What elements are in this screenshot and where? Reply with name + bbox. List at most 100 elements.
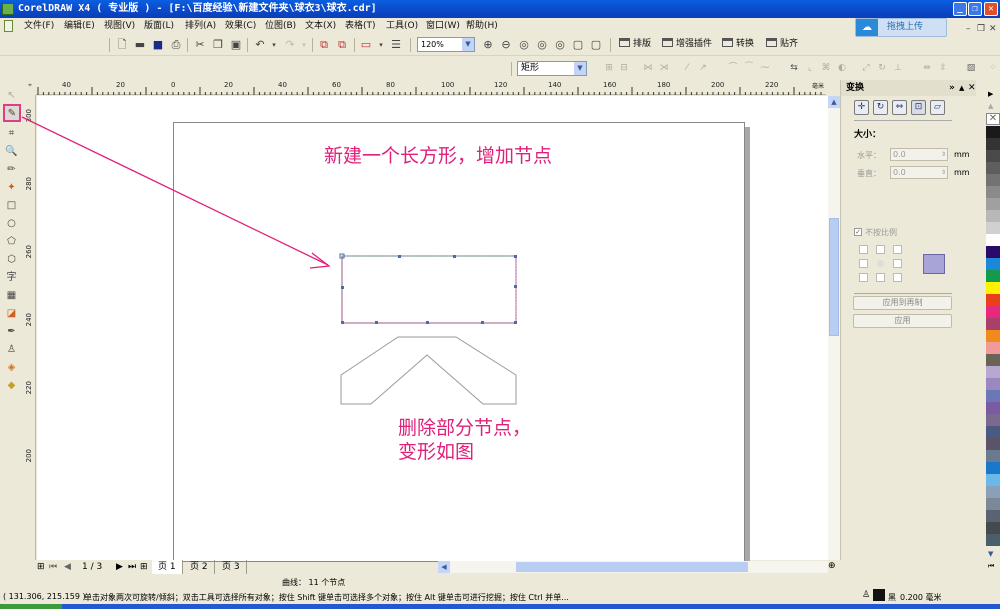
menu-layout[interactable]: 版面(L)	[144, 18, 174, 34]
plugin-enhance-button[interactable]: 增强插件	[662, 36, 712, 52]
open-folder-icon[interactable]: ▬	[132, 37, 148, 53]
color-swatch[interactable]	[986, 282, 1000, 294]
align-nodes-icon[interactable]: ⊥	[891, 61, 905, 75]
add-node-icon[interactable]: ⊞	[602, 61, 616, 75]
close-button[interactable]: ✕	[984, 2, 998, 16]
add-page-after-icon[interactable]: ⊞	[140, 560, 148, 574]
menu-bitmaps[interactable]: 位图(B)	[265, 18, 296, 34]
ellipse-tool-icon[interactable]: ○	[4, 216, 19, 231]
freehand-tool-icon[interactable]: ✏	[4, 162, 19, 177]
anchor-top-center[interactable]	[876, 245, 885, 254]
menu-text[interactable]: 文本(X)	[305, 18, 336, 34]
color-swatch[interactable]	[986, 474, 1000, 486]
outline-pen-tool-icon[interactable]: ♙	[4, 342, 19, 357]
auto-close-icon[interactable]: ◐	[835, 61, 849, 75]
color-swatch[interactable]	[986, 126, 1000, 138]
menu-edit[interactable]: 编辑(E)	[64, 18, 95, 34]
add-page-before-icon[interactable]: ⊞	[37, 560, 45, 574]
drawing-page[interactable]	[173, 122, 745, 562]
plugin-layout-button[interactable]: 排版	[619, 36, 651, 52]
rotate-tab-icon[interactable]: ↻	[873, 100, 888, 115]
color-swatch[interactable]	[986, 414, 1000, 426]
color-swatch[interactable]	[986, 378, 1000, 390]
color-swatch[interactable]	[986, 210, 1000, 222]
no-color-swatch[interactable]: ✕	[986, 113, 1000, 125]
zoom-all-icon[interactable]: ◎	[534, 37, 550, 53]
anchor-bottom-left[interactable]	[859, 273, 868, 282]
color-swatch[interactable]	[986, 318, 1000, 330]
plugin-snap-button[interactable]: 贴齐	[766, 36, 798, 52]
horizontal-ruler[interactable]: 40 20 0 20 40 60 80 100 120 140 160 180 …	[36, 81, 826, 95]
anchor-bottom-center[interactable]	[876, 273, 885, 282]
color-swatch[interactable]	[986, 222, 1000, 234]
anchor-middle-right[interactable]	[893, 259, 902, 268]
stretch-nodes-icon[interactable]: ⤢	[859, 61, 873, 75]
extend-curve-icon[interactable]: ⌞	[803, 61, 817, 75]
to-line-icon[interactable]: ⁄	[680, 61, 694, 75]
join-nodes-icon[interactable]: ⋈	[641, 61, 655, 75]
interactive-blend-tool-icon[interactable]: ◪	[4, 306, 19, 321]
menu-effects[interactable]: 效果(C)	[225, 18, 256, 34]
vertical-ruler[interactable]: 300 280 260 240 220 200	[24, 95, 36, 560]
reverse-direction-icon[interactable]: ⇆	[787, 61, 801, 75]
cut-icon[interactable]: ✂	[192, 37, 208, 53]
text-tool-icon[interactable]: 字	[4, 270, 19, 285]
shape-tool-icon[interactable]: ✎	[3, 104, 21, 122]
proportional-checkbox[interactable]: ✓	[854, 228, 862, 236]
table-tool-icon[interactable]: ▦	[4, 288, 19, 303]
next-page-icon[interactable]: ▶	[116, 560, 123, 574]
palette-end-icon[interactable]: ⏮	[988, 562, 994, 571]
color-swatch[interactable]	[986, 366, 1000, 378]
menu-arrange[interactable]: 排列(A)	[185, 18, 216, 34]
apply-to-duplicate-button[interactable]: 应用到再制	[853, 296, 952, 310]
zoom-level-dropdown[interactable]: 120% ▼	[417, 37, 475, 52]
color-swatch[interactable]	[986, 510, 1000, 522]
fill-tool-icon[interactable]: ◈	[4, 360, 19, 375]
color-swatch[interactable]	[986, 186, 1000, 198]
color-swatch[interactable]	[986, 138, 1000, 150]
zoom-out-icon[interactable]: ⊖	[498, 37, 514, 53]
docker-expand-icon[interactable]: »	[949, 80, 955, 96]
color-swatch[interactable]	[986, 426, 1000, 438]
page-tab-2[interactable]: 页 2	[184, 560, 215, 574]
zoom-page-icon[interactable]: ◎	[552, 37, 568, 53]
color-swatch[interactable]	[986, 198, 1000, 210]
zoom-in-icon[interactable]: ⊕	[480, 37, 496, 53]
basic-shapes-tool-icon[interactable]: ⬡	[4, 252, 19, 267]
size-tab-icon[interactable]: ⊡	[911, 100, 926, 115]
spinner-icon[interactable]: ⇕	[941, 167, 946, 178]
menu-view[interactable]: 视图(V)	[104, 18, 135, 34]
zoom-height-icon[interactable]: ▢	[588, 37, 604, 53]
horizontal-size-input[interactable]: 0.0 ⇕	[890, 148, 948, 161]
horizontal-scrollbar[interactable]: ◀	[438, 561, 828, 573]
color-swatch[interactable]	[986, 354, 1000, 366]
document-icon[interactable]	[4, 20, 13, 32]
color-swatch[interactable]	[986, 450, 1000, 462]
spinner-icon[interactable]: ⇕	[941, 149, 946, 160]
navigator-zoom-icon[interactable]: ⊕	[828, 561, 836, 571]
scale-mirror-tab-icon[interactable]: ⇔	[892, 100, 907, 115]
minimize-button[interactable]: _	[953, 2, 967, 16]
position-tab-icon[interactable]: ✛	[854, 100, 869, 115]
smooth-node-icon[interactable]: ⁀	[742, 61, 756, 75]
select-all-nodes-icon[interactable]: ⁘	[986, 61, 1000, 75]
menu-help[interactable]: 帮助(H)	[466, 18, 498, 34]
menu-file[interactable]: 文件(F)	[24, 18, 54, 34]
color-swatch[interactable]	[986, 162, 1000, 174]
color-swatch[interactable]	[986, 246, 1000, 258]
color-swatch[interactable]	[986, 294, 1000, 306]
color-swatch[interactable]	[986, 498, 1000, 510]
vertical-scroll-thumb[interactable]	[829, 218, 839, 336]
restore-button[interactable]: ❐	[968, 2, 982, 16]
vertical-scrollbar[interactable]: ▲	[828, 96, 840, 560]
color-swatch[interactable]	[986, 486, 1000, 498]
menu-window[interactable]: 窗口(W)	[426, 18, 460, 34]
extract-subpath-icon[interactable]: ⌘	[819, 61, 833, 75]
color-swatch[interactable]	[986, 534, 1000, 546]
welcome-screen-icon[interactable]: ☰	[388, 37, 404, 53]
color-swatch[interactable]	[986, 258, 1000, 270]
menu-tools[interactable]: 工具(O)	[386, 18, 418, 34]
scroll-left-icon[interactable]: ◀	[438, 561, 450, 573]
fill-color-swatch[interactable]	[873, 589, 885, 601]
cusp-node-icon[interactable]: ⌒	[726, 61, 740, 75]
